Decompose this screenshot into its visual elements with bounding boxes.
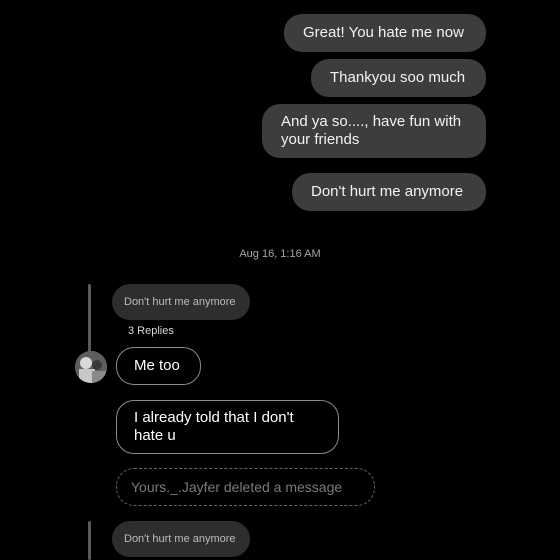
quoted-message[interactable]: Don't hurt me anymore [112,284,250,320]
quoted-message-text: Don't hurt me anymore [124,296,236,308]
reply-thread-line [88,521,91,560]
message-text: I already told that I don't hate u [134,409,294,444]
outgoing-message[interactable]: Great! You hate me now [284,14,486,52]
reply-thread-line [88,284,91,354]
outgoing-message[interactable]: Don't hurt me anymore [292,173,486,211]
message-text: Great! You hate me now [303,24,464,41]
message-text: And ya so...., have fun with your friend… [281,113,462,148]
outgoing-message[interactable]: Thankyou soo much [311,59,486,97]
deleted-message-notice: Yours._.Jayfer deleted a message [116,468,375,506]
message-text: Me too [134,357,180,374]
replies-count[interactable]: 3 Replies [128,325,174,337]
message-text: Thankyou soo much [330,69,466,86]
quoted-message-text: Don't hurt me anymore [124,533,236,545]
outgoing-message[interactable]: And ya so...., have fun with your friend… [262,104,486,158]
chat-screen: { "outgoing": [ {"text": "Great! You hat… [0,0,560,560]
deleted-message-text: Yours._.Jayfer deleted a message [131,479,343,495]
incoming-message[interactable]: Me too [116,347,201,385]
avatar[interactable] [75,351,107,383]
message-text: Don't hurt me anymore [311,183,464,200]
avatar-image [75,351,107,383]
incoming-message[interactable]: I already told that I don't hate u [116,400,339,454]
message-timestamp: Aug 16, 1:16 AM [239,248,321,260]
quoted-message[interactable]: Don't hurt me anymore [112,521,250,557]
